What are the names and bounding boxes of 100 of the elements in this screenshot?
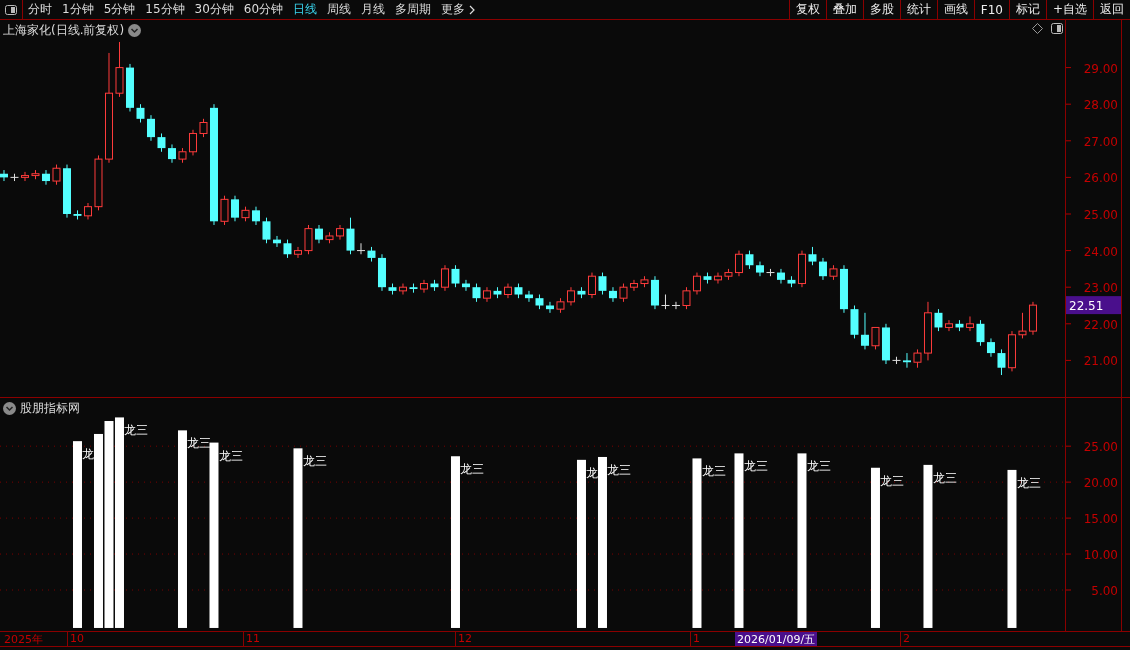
toolbar-button[interactable]: 多股 — [862, 0, 900, 19]
last-price-tag: 22.51 — [1066, 296, 1121, 315]
signal-label: 龙三 — [933, 470, 957, 485]
axis-label: 20.00 — [1083, 476, 1118, 491]
toolbar-button[interactable]: 叠加 — [825, 0, 863, 19]
candle-down — [63, 164, 71, 219]
candle-up — [619, 283, 628, 303]
candle-down — [997, 348, 1006, 376]
chevron-down-icon[interactable] — [3, 402, 16, 415]
candle-down — [73, 209, 82, 220]
candle-up — [420, 279, 428, 294]
candle-down — [703, 272, 712, 285]
axis-label: 21.00 — [1083, 354, 1118, 369]
candle-down — [147, 114, 155, 142]
candle-up — [966, 316, 974, 332]
period-tab[interactable]: 5分钟 — [98, 0, 141, 19]
candle-up — [913, 348, 922, 369]
candle-down — [42, 169, 50, 186]
toolbar-button[interactable]: +自选 — [1045, 0, 1093, 19]
signal-label: 龙 — [82, 447, 95, 462]
candle-down — [651, 275, 659, 310]
candle-up — [724, 268, 733, 281]
candle-down — [168, 143, 176, 164]
candle-down — [598, 272, 607, 295]
candle-down — [808, 246, 817, 266]
candle-down — [577, 286, 586, 299]
candle-up — [945, 319, 953, 332]
candle-down — [367, 246, 376, 263]
axis-label: 22.00 — [1083, 317, 1118, 332]
period-tab[interactable]: 15分钟 — [140, 0, 190, 19]
signal-label: 龙三 — [880, 473, 905, 488]
panel-toggle-icon[interactable] — [5, 4, 17, 15]
candle-down — [934, 308, 943, 332]
period-tab[interactable]: 月线 — [356, 0, 391, 19]
axis-label: 26.00 — [1083, 171, 1118, 186]
period-tab[interactable]: 周线 — [322, 0, 357, 19]
candle-up — [871, 326, 880, 350]
signal-label: 龙三 — [460, 462, 485, 477]
period-tab[interactable]: 日线 — [288, 0, 323, 19]
candle-up — [567, 286, 575, 306]
candle-down — [472, 283, 481, 303]
candle-down — [861, 312, 869, 350]
candle-down — [609, 286, 617, 303]
candle-down — [252, 206, 260, 226]
candle-up — [1008, 330, 1016, 372]
candle-down — [231, 195, 239, 222]
candle-up — [630, 279, 638, 292]
candle-up — [483, 286, 491, 303]
candle-down — [987, 337, 995, 358]
signal-label: 龙三 — [303, 454, 327, 469]
signal-label: 龙三 — [607, 462, 632, 477]
candle-down — [273, 235, 281, 248]
candle-down — [840, 264, 848, 314]
axis-label: 10.00 — [1083, 548, 1118, 563]
candle-down — [430, 279, 439, 292]
signal-label: 龙三 — [219, 448, 243, 463]
axis-label: 24.00 — [1083, 244, 1118, 259]
candle-down — [546, 301, 554, 314]
candle-flat — [356, 242, 366, 255]
candle-down — [535, 294, 544, 310]
candle-up — [189, 129, 197, 156]
candle-down — [976, 319, 985, 347]
panel-toggle-icon[interactable] — [1051, 23, 1063, 34]
candle-down — [0, 169, 8, 182]
axis-label: 27.00 — [1083, 134, 1118, 149]
toolbar-button[interactable]: 返回 — [1093, 0, 1130, 19]
candle-down — [819, 257, 827, 281]
period-tab[interactable]: 多周期 — [390, 0, 437, 19]
candle-down — [388, 283, 397, 295]
candle-up — [31, 169, 40, 180]
candle-up — [588, 272, 596, 299]
toolbar-button[interactable]: 画线 — [936, 0, 974, 19]
diamond-icon[interactable] — [1032, 23, 1043, 34]
toolbar-button[interactable]: 统计 — [899, 0, 937, 19]
candle-up — [21, 171, 29, 182]
candle-down — [346, 217, 355, 255]
more-button[interactable]: 更多 — [436, 0, 481, 19]
candle-down — [787, 275, 796, 288]
toolbar-button[interactable]: 复权 — [788, 0, 826, 19]
candle-up — [241, 206, 250, 222]
candle-down — [756, 261, 764, 277]
candle-down — [451, 264, 460, 288]
candle-up — [325, 231, 334, 244]
candle-flat — [10, 173, 19, 182]
candle-flat — [766, 268, 775, 277]
candle-up — [84, 202, 92, 220]
period-tab[interactable]: 30分钟 — [189, 0, 239, 19]
axis-label: 15.00 — [1083, 512, 1118, 527]
cursor-date-label: 2026/01/09/五 — [735, 632, 818, 646]
signal-label: 龙 — [586, 465, 599, 480]
toolbar-button[interactable]: 标记 — [1008, 0, 1046, 19]
month-label: 11 — [243, 632, 260, 646]
candle-down — [777, 268, 785, 285]
period-tab[interactable]: 60分钟 — [238, 0, 289, 19]
chevron-down-icon[interactable] — [128, 24, 142, 37]
period-tab[interactable]: 分时 — [23, 0, 57, 19]
candle-up — [714, 272, 722, 285]
toolbar-button[interactable]: F10 — [973, 0, 1009, 19]
period-tab[interactable]: 1分钟 — [57, 0, 99, 19]
month-label: 1 — [690, 632, 700, 646]
